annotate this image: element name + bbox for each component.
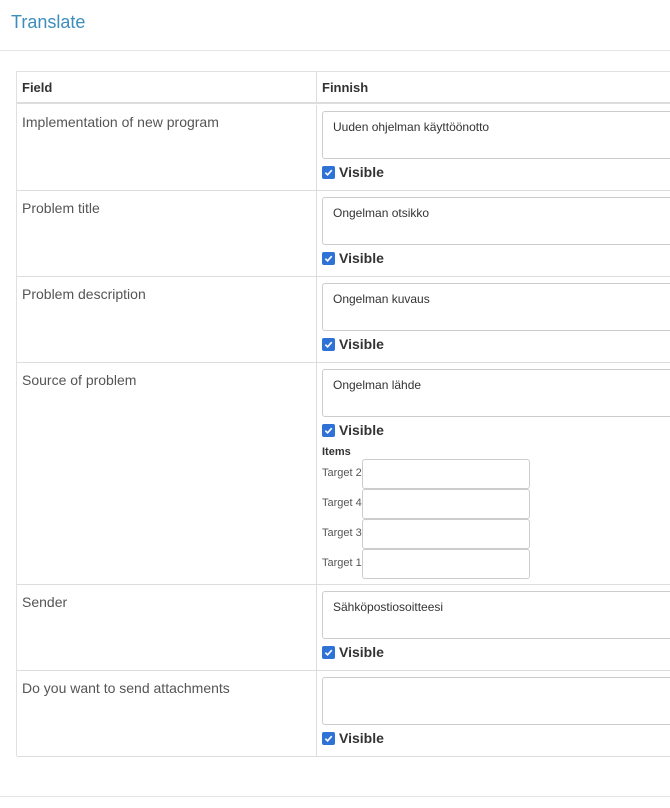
field-label: Do you want to send attachments bbox=[22, 680, 230, 696]
translation-input[interactable]: Sähköpostiosoitteesi bbox=[322, 591, 670, 639]
visible-label: Visible bbox=[339, 164, 384, 180]
item-label: Target 2 bbox=[322, 467, 362, 479]
column-header-language: Finnish bbox=[322, 80, 369, 95]
check-icon bbox=[324, 427, 333, 434]
visible-option[interactable]: Visible bbox=[322, 164, 384, 180]
column-divider bbox=[316, 72, 317, 102]
check-icon bbox=[324, 341, 333, 348]
item-translation-input[interactable] bbox=[362, 549, 530, 579]
column-header-field: Field bbox=[22, 80, 53, 95]
visible-option[interactable]: Visible bbox=[322, 422, 384, 438]
visible-label: Visible bbox=[339, 644, 384, 660]
visible-checkbox[interactable] bbox=[322, 731, 335, 745]
visible-option[interactable]: Visible bbox=[322, 644, 384, 660]
table-row: Source of problem Ongelman lähde Visible… bbox=[17, 363, 670, 585]
visible-label: Visible bbox=[339, 422, 384, 438]
column-divider bbox=[316, 671, 317, 756]
check-icon bbox=[324, 169, 333, 176]
page-title: Translate bbox=[11, 12, 86, 32]
field-label: Problem description bbox=[22, 286, 146, 302]
visible-checkbox[interactable] bbox=[322, 423, 335, 437]
translation-input[interactable]: Uuden ohjelman käyttöönotto bbox=[322, 111, 670, 159]
column-divider bbox=[316, 585, 317, 670]
footer-divider bbox=[0, 796, 670, 797]
field-label: Sender bbox=[22, 594, 68, 610]
field-label: Implementation of new program bbox=[22, 114, 219, 130]
column-divider bbox=[316, 363, 317, 584]
field-label: Source of problem bbox=[22, 372, 137, 388]
table-row: Implementation of new program Uuden ohje… bbox=[17, 105, 670, 191]
check-icon bbox=[324, 649, 333, 656]
column-divider bbox=[316, 191, 317, 276]
visible-checkbox[interactable] bbox=[322, 165, 335, 179]
table-header-row: Field Finnish bbox=[17, 72, 670, 104]
table-row: Problem title Ongelman otsikko Visible bbox=[17, 191, 670, 277]
field-label: Problem title bbox=[22, 200, 100, 216]
translation-table: Field Finnish Implementation of new prog… bbox=[16, 71, 670, 757]
item-translation-input[interactable] bbox=[362, 489, 530, 519]
visible-checkbox[interactable] bbox=[322, 251, 335, 265]
column-divider bbox=[316, 105, 317, 190]
visible-label: Visible bbox=[339, 250, 384, 266]
table-row: Sender Sähköpostiosoitteesi Visible bbox=[17, 585, 670, 671]
visible-checkbox[interactable] bbox=[322, 337, 335, 351]
visible-option[interactable]: Visible bbox=[322, 336, 384, 352]
translation-input[interactable]: Ongelman kuvaus bbox=[322, 283, 670, 331]
page-header: Translate bbox=[0, 0, 670, 51]
items-heading: Items bbox=[322, 446, 351, 458]
item-label: Target 4 bbox=[322, 497, 362, 509]
item-translation-input[interactable] bbox=[362, 519, 530, 549]
table-row: Problem description Ongelman kuvaus Visi… bbox=[17, 277, 670, 363]
translation-input[interactable] bbox=[322, 677, 670, 725]
column-divider bbox=[316, 277, 317, 362]
visible-option[interactable]: Visible bbox=[322, 250, 384, 266]
visible-label: Visible bbox=[339, 730, 384, 746]
item-translation-input[interactable] bbox=[362, 459, 530, 489]
check-icon bbox=[324, 255, 333, 262]
item-label: Target 3 bbox=[322, 527, 362, 539]
translation-input[interactable]: Ongelman lähde bbox=[322, 369, 670, 417]
visible-option[interactable]: Visible bbox=[322, 730, 384, 746]
table-row: Do you want to send attachments Visible bbox=[17, 671, 670, 757]
translation-input[interactable]: Ongelman otsikko bbox=[322, 197, 670, 245]
check-icon bbox=[324, 735, 333, 742]
visible-label: Visible bbox=[339, 336, 384, 352]
item-label: Target 1 bbox=[322, 557, 362, 569]
visible-checkbox[interactable] bbox=[322, 645, 335, 659]
